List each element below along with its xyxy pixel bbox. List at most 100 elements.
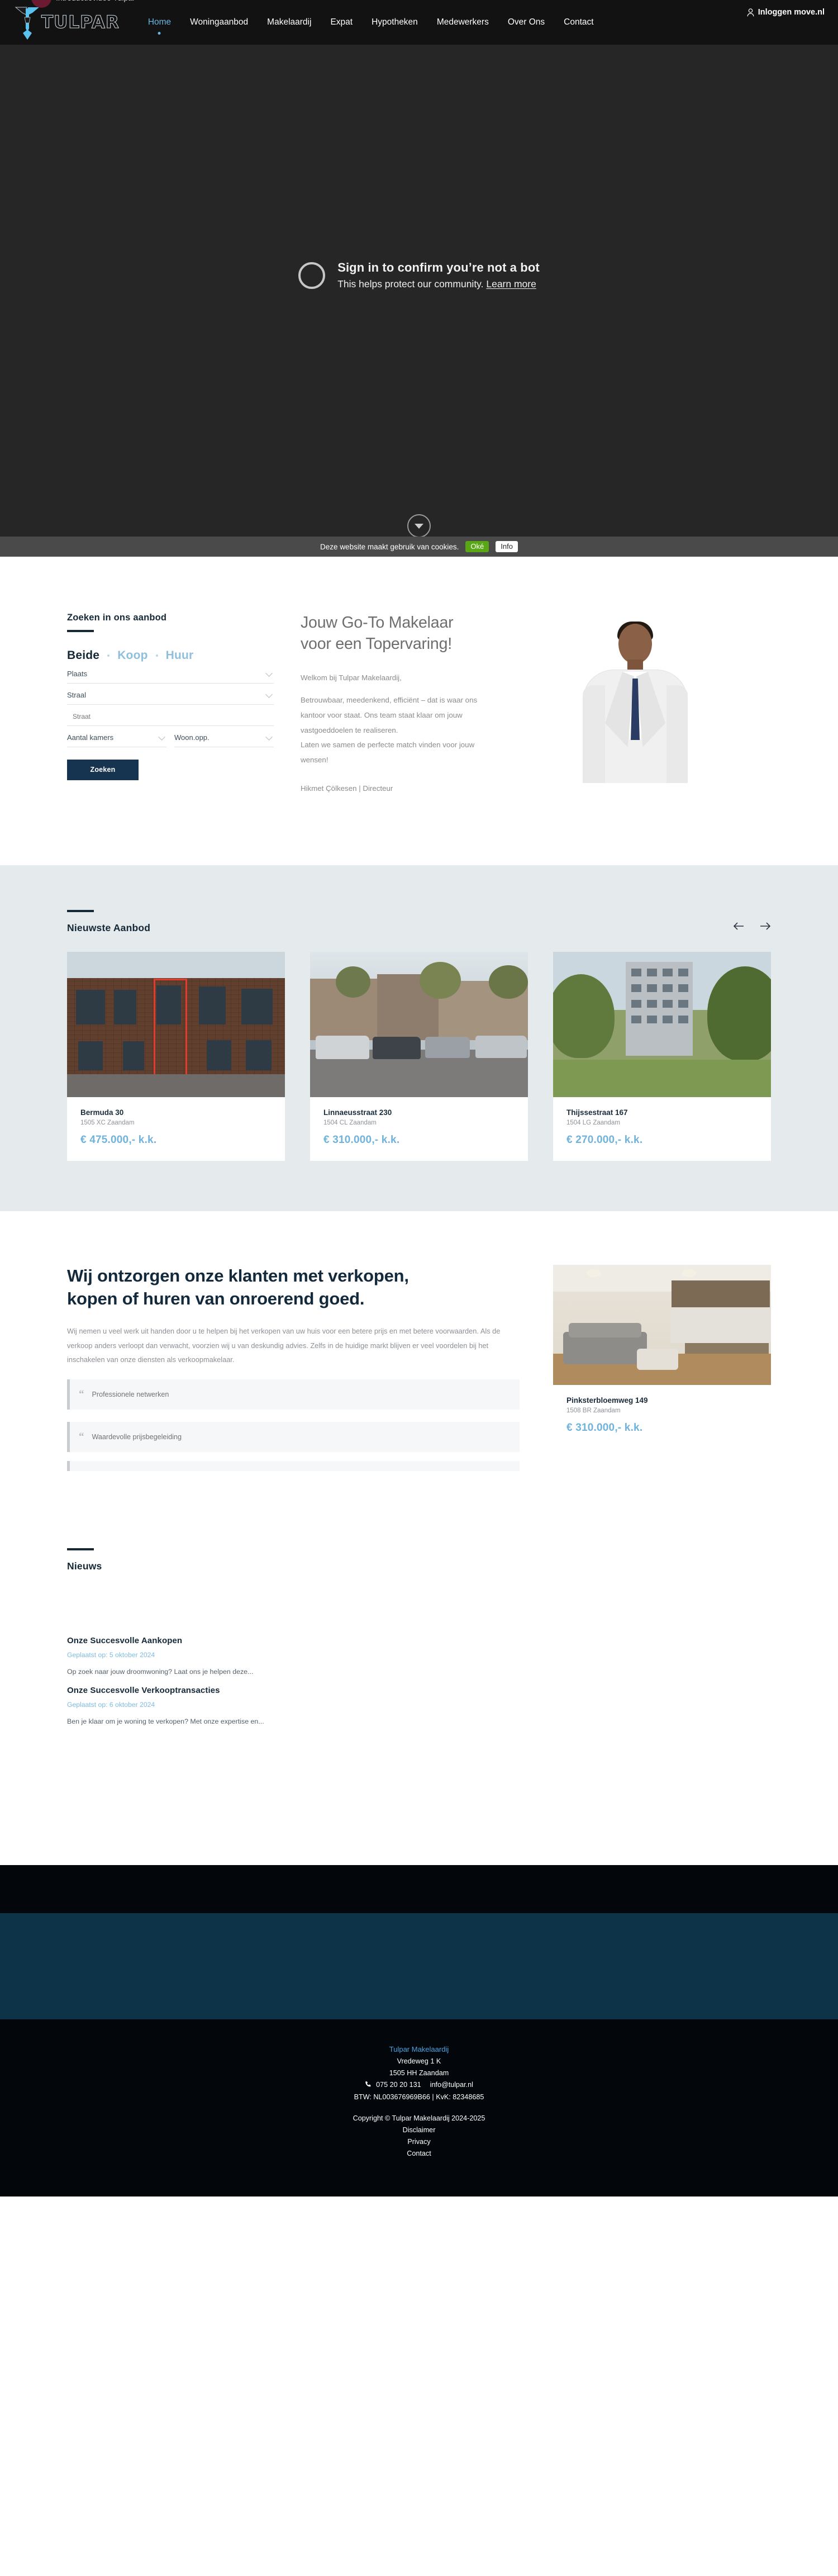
aantal-kamers-select[interactable]: Aantal kamers bbox=[67, 726, 166, 747]
title-underline-rule bbox=[67, 630, 94, 632]
segment-huur[interactable]: Huur bbox=[166, 649, 194, 662]
carousel-prev-arrow-icon[interactable] bbox=[733, 922, 744, 931]
straal-select[interactable]: Straal bbox=[67, 684, 274, 705]
login-label: Inloggen move.nl bbox=[758, 8, 825, 17]
listing-address: Linnaeusstraat 230 bbox=[323, 1108, 392, 1117]
intro-body-line3: vastgoeddoelen te realiseren. bbox=[301, 725, 398, 734]
footer-accent-band bbox=[0, 1913, 838, 2019]
section-underline-rule bbox=[67, 910, 94, 913]
latest-listings-section: Nieuwste Aanbod Bermuda 30 1505 XC Zaand… bbox=[0, 865, 838, 1212]
site-footer: Tulpar Makelaardij Vredeweg 1 K 1505 HH … bbox=[0, 2019, 838, 2197]
footer-phone[interactable]: 075 20 20 131 bbox=[376, 2081, 421, 2089]
featured-listing-price: € 310.000,- k.k. bbox=[566, 1422, 643, 1434]
segment-separator-dot bbox=[155, 654, 158, 657]
nav-item-medewerkers[interactable]: Medewerkers bbox=[427, 0, 498, 45]
news-item-excerpt: Op zoek naar jouw droomwoning? Laat ons … bbox=[67, 1667, 254, 1676]
notice-sub-text: This helps protect our community. bbox=[337, 278, 487, 290]
search-submit-button[interactable]: Zoeken bbox=[67, 760, 139, 780]
director-portrait bbox=[570, 618, 699, 783]
straal-label: Straal bbox=[67, 691, 86, 699]
intro-heading-line1: Jouw Go-To Makelaar bbox=[301, 614, 454, 632]
listing-zip: 1504 CL Zaandam bbox=[323, 1119, 377, 1127]
listing-address: Bermuda 30 bbox=[80, 1108, 124, 1117]
straat-input[interactable] bbox=[73, 713, 274, 720]
listing-card[interactable]: Thijssestraat 167 1504 LG Zaandam € 270.… bbox=[553, 952, 771, 1161]
listing-card[interactable]: Bermuda 30 1505 XC Zaandam € 475.000,- k… bbox=[67, 952, 285, 1161]
plaats-select[interactable]: Plaats bbox=[67, 662, 274, 684]
bot-verification-notice: Sign in to confirm you’re not a bot This… bbox=[0, 260, 838, 290]
nav-item-expat[interactable]: Expat bbox=[321, 0, 362, 45]
segment-separator-dot bbox=[107, 654, 110, 657]
footer-link-disclaimer[interactable]: Disclaimer bbox=[0, 2126, 838, 2134]
services-heading: Wij ontzorgen onze klanten met verkopen,… bbox=[67, 1265, 520, 1311]
cookie-message: Deze website maakt gebruik van cookies. bbox=[320, 542, 459, 551]
login-move-button[interactable]: Inloggen move.nl bbox=[747, 8, 825, 17]
user-icon bbox=[747, 8, 754, 17]
listing-card-list: Bermuda 30 1505 XC Zaandam € 475.000,- k… bbox=[67, 952, 771, 1161]
footer-link-privacy[interactable]: Privacy bbox=[0, 2138, 838, 2146]
listing-photo-brick-house bbox=[67, 952, 285, 1098]
service-highlight-label: Waardevolle prijsbegeleiding bbox=[92, 1432, 182, 1441]
intro-body-line4: Laten we samen de perfecte match vinden … bbox=[301, 741, 475, 749]
nav-item-over-ons[interactable]: Over Ons bbox=[498, 0, 554, 45]
nav-item-hypotheken[interactable]: Hypotheken bbox=[362, 0, 427, 45]
carousel-controls bbox=[733, 922, 771, 934]
cookie-info-button[interactable]: Info bbox=[496, 541, 518, 552]
search-panel: Zoeken in ons aanbod Beide Koop Huur Pla… bbox=[67, 613, 274, 793]
woonopp-select[interactable]: Woon.opp. bbox=[174, 726, 274, 747]
segment-koop[interactable]: Koop bbox=[117, 649, 147, 662]
quote-mark-icon: “ bbox=[79, 1431, 84, 1443]
notice-title: Sign in to confirm you’re not a bot bbox=[337, 260, 540, 274]
chevron-down-icon bbox=[158, 733, 165, 741]
section-underline-rule bbox=[67, 1548, 94, 1550]
cookie-accept-button[interactable]: Oké bbox=[465, 541, 489, 552]
service-highlight-label: Professionele netwerken bbox=[92, 1390, 169, 1398]
channel-avatar bbox=[31, 0, 51, 8]
news-item-title: Onze Succesvolle Aankopen bbox=[67, 1635, 183, 1645]
services-heading-line1: Wij ontzorgen onze klanten met verkopen, bbox=[67, 1266, 409, 1286]
listing-price: € 475.000,- k.k. bbox=[80, 1134, 157, 1146]
news-item[interactable]: Onze Succesvolle Verkooptransacties Gepl… bbox=[67, 1676, 771, 1725]
news-item-date: Geplaatst op: 5 oktober 2024 bbox=[67, 1650, 155, 1659]
phone-icon bbox=[365, 2081, 372, 2089]
intro-text-block: Jouw Go-To Makelaar voor een Topervaring… bbox=[301, 613, 513, 793]
nav-item-woningaanbod[interactable]: Woningaanbod bbox=[180, 0, 258, 45]
nav-item-home[interactable]: Home bbox=[139, 0, 180, 45]
footer-vat-kvk: BTW: NL003676969B66 | KvK: 82348685 bbox=[354, 2093, 484, 2101]
listing-zip: 1505 XC Zaandam bbox=[80, 1119, 135, 1127]
footer-link-contact[interactable]: Contact bbox=[0, 2150, 838, 2157]
chevron-down-icon bbox=[265, 691, 273, 698]
site-logo[interactable]: TULPAR bbox=[15, 4, 120, 41]
service-highlight-item: “ Professionele netwerken bbox=[67, 1379, 520, 1410]
intro-body: Betrouwbaar, meedenkend, efficiënt – dat… bbox=[301, 693, 513, 767]
footer-street: Vredeweg 1 K bbox=[397, 2057, 441, 2065]
news-item-excerpt: Ben je klaar om je woning te verkopen? M… bbox=[67, 1717, 264, 1725]
carousel-next-arrow-icon[interactable] bbox=[760, 922, 771, 931]
tulpar-bird-icon bbox=[15, 4, 40, 41]
nav-item-makelaardij[interactable]: Makelaardij bbox=[258, 0, 321, 45]
news-item[interactable]: Onze Succesvolle Aankopen Geplaatst op: … bbox=[67, 1626, 771, 1676]
featured-listing-column: Pinksterbloemweg 149 1508 BR Zaandam € 3… bbox=[553, 1265, 771, 1471]
aantal-kamers-label: Aantal kamers bbox=[67, 733, 114, 742]
footer-top-spacer bbox=[0, 1865, 838, 1913]
video-title-chip: Introductievideo Tulpar bbox=[31, 0, 135, 8]
chevron-down-icon bbox=[265, 670, 273, 677]
listing-photo-street bbox=[310, 952, 528, 1098]
nav-item-contact[interactable]: Contact bbox=[554, 0, 603, 45]
intro-heading: Jouw Go-To Makelaar voor een Topervaring… bbox=[301, 613, 513, 655]
segment-beide[interactable]: Beide bbox=[67, 649, 99, 662]
listing-card[interactable]: Linnaeusstraat 230 1504 CL Zaandam € 310… bbox=[310, 952, 528, 1161]
learn-more-link[interactable]: Learn more bbox=[486, 278, 536, 290]
footer-email[interactable]: info@tulpar.nl bbox=[430, 2081, 473, 2089]
featured-listing-card[interactable]: Pinksterbloemweg 149 1508 BR Zaandam € 3… bbox=[553, 1265, 771, 1449]
news-list: Onze Succesvolle Aankopen Geplaatst op: … bbox=[67, 1626, 771, 1725]
straat-input-wrap[interactable] bbox=[67, 705, 274, 726]
scroll-down-button[interactable] bbox=[407, 514, 431, 537]
listing-address: Thijssestraat 167 bbox=[566, 1108, 628, 1117]
intro-body-line2: kantoor voor staat. Ons team staat klaar… bbox=[301, 710, 463, 719]
services-paragraph: Wij nemen u veel werk uit handen door u … bbox=[67, 1327, 501, 1364]
latest-listings-title: Nieuwste Aanbod bbox=[67, 922, 151, 934]
hero-video[interactable]: Sign in to confirm you’re not a bot This… bbox=[0, 45, 838, 537]
listing-zip: 1504 LG Zaandam bbox=[566, 1119, 620, 1127]
news-item-date: Geplaatst op: 6 oktober 2024 bbox=[67, 1700, 155, 1709]
